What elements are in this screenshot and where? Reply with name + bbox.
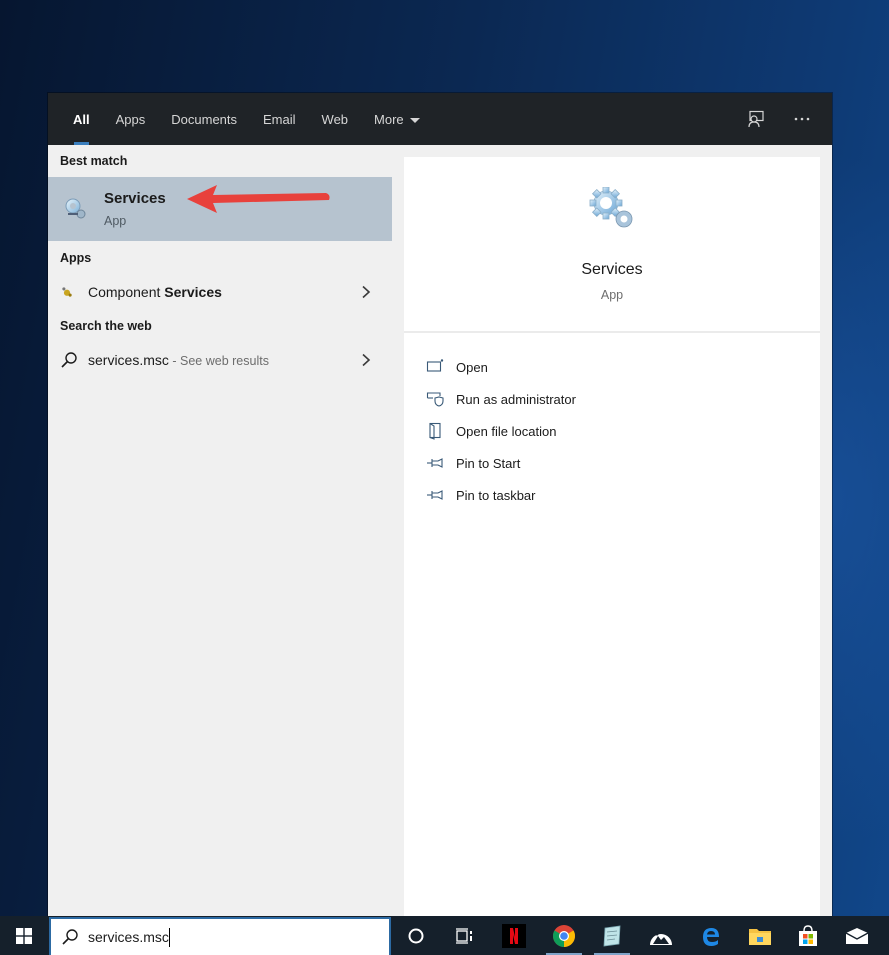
detail-header: Services App [404, 157, 820, 333]
feedback-icon[interactable] [746, 109, 766, 129]
edge-icon [703, 927, 719, 946]
pin-icon [427, 490, 443, 500]
text-cursor [169, 928, 170, 947]
detail-actions: Open Run as administrator Open file loca… [404, 333, 820, 511]
folder-icon [749, 928, 771, 945]
result-component-services[interactable]: Component Services [48, 275, 392, 309]
cortana-button[interactable] [392, 916, 440, 955]
start-button[interactable] [0, 916, 48, 955]
services-gears-icon [589, 187, 633, 228]
notepad-app[interactable] [588, 916, 636, 955]
web-query: services.msc [88, 352, 169, 368]
taskbar-search-box[interactable] [49, 917, 391, 955]
more-options-icon[interactable] [792, 109, 812, 129]
tab-email[interactable]: Email [250, 93, 309, 145]
action-open[interactable]: Open [404, 351, 820, 383]
taskbar [0, 916, 889, 955]
netflix-app[interactable] [490, 916, 538, 955]
photos-app[interactable] [637, 916, 685, 955]
mail-app[interactable] [833, 916, 881, 955]
tab-more[interactable]: More [361, 93, 433, 145]
search-icon [61, 352, 77, 368]
microsoft-store-app[interactable] [784, 916, 832, 955]
tab-apps[interactable]: Apps [103, 93, 159, 145]
run-as-admin-icon [426, 392, 444, 407]
chevron-right-icon[interactable] [360, 353, 372, 367]
search-input[interactable] [88, 925, 378, 949]
best-match-subtitle: App [104, 214, 127, 228]
result-label-match: Services [164, 284, 222, 300]
notepad-icon [603, 925, 621, 946]
action-label: Pin to Start [456, 455, 521, 471]
tab-label: Web [321, 111, 349, 127]
edge-app[interactable] [687, 916, 735, 955]
tab-label: More [374, 111, 404, 127]
tab-label: All [73, 111, 90, 127]
red-arrow-annotation [187, 185, 330, 213]
services-gears-icon [65, 198, 86, 219]
netflix-icon [502, 923, 526, 948]
detail-title: Services [581, 261, 643, 278]
result-web-search[interactable]: services.msc - See web results [48, 343, 392, 377]
action-pin-to-start[interactable]: Pin to Start [404, 447, 820, 479]
best-match-title: Services [104, 190, 166, 207]
action-label: Pin to taskbar [456, 487, 536, 503]
cortana-icon [408, 928, 424, 943]
tab-label: Documents [171, 111, 238, 127]
best-match-result[interactable]: Services App [48, 177, 392, 241]
tab-label: Apps [115, 111, 146, 127]
results-list: Best match Services App Apps Component S… [48, 145, 392, 916]
open-icon [426, 359, 444, 372]
detail-pane: Services App Open Run as administrator O… [404, 157, 820, 916]
tab-documents[interactable]: Documents [158, 93, 250, 145]
chevron-right-icon[interactable] [360, 285, 372, 299]
web-section-header: Search the web [60, 319, 152, 333]
action-run-as-administrator[interactable]: Run as administrator [404, 383, 820, 415]
search-icon [62, 929, 78, 945]
task-view-icon [456, 927, 472, 944]
file-location-icon [429, 422, 441, 440]
tab-all[interactable]: All [60, 93, 103, 145]
action-pin-to-taskbar[interactable]: Pin to taskbar [404, 479, 820, 511]
detail-subtitle: App [600, 288, 624, 302]
tab-label: Email [263, 111, 296, 127]
pin-icon [427, 458, 443, 468]
web-hint: - See web results [168, 354, 269, 368]
task-view-button[interactable] [440, 916, 488, 955]
file-explorer-app[interactable] [736, 916, 784, 955]
mail-icon [845, 927, 869, 944]
store-icon [799, 924, 817, 946]
chrome-app[interactable] [540, 916, 588, 955]
search-filter-bar: All Apps Documents Email Web More [48, 93, 832, 145]
action-label: Open [456, 359, 488, 375]
best-match-header: Best match [60, 154, 128, 168]
action-label: Open file location [456, 423, 557, 439]
web-result-label: services.msc - See web results [88, 352, 269, 368]
action-open-file-location[interactable]: Open file location [404, 415, 820, 447]
windows-logo-icon [16, 927, 32, 944]
result-label-prefix: Component [88, 284, 165, 300]
chrome-icon [553, 924, 575, 947]
caret-down-icon [409, 117, 420, 123]
windows-search-panel: All Apps Documents Email Web More Best m… [48, 93, 832, 916]
result-label: Component Services [88, 284, 222, 300]
action-label: Run as administrator [456, 391, 576, 407]
tab-web[interactable]: Web [309, 93, 362, 145]
component-services-icon [62, 287, 72, 297]
photos-icon [650, 932, 672, 945]
apps-section-header: Apps [60, 251, 92, 265]
